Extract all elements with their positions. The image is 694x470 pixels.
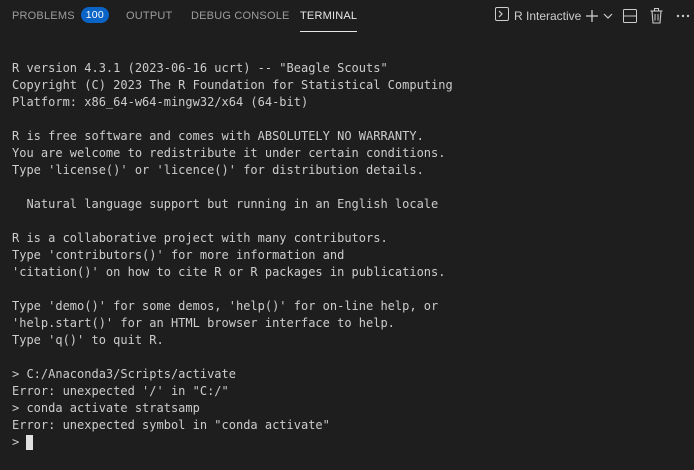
trash-icon	[650, 7, 663, 25]
tab-debug-console-label: DEBUG CONSOLE	[191, 10, 290, 22]
split-terminal-button[interactable]	[623, 7, 637, 25]
chevron-down-icon	[603, 7, 613, 25]
launch-profile-button[interactable]	[603, 7, 613, 25]
panel-tab-bar: PROBLEMS 100 OUTPUT DEBUG CONSOLE TERMINA…	[0, 0, 694, 33]
tab-terminal[interactable]: TERMINAL	[300, 0, 358, 33]
terminal-line: You are welcome to redistribute it under…	[12, 146, 446, 160]
tab-debug-console[interactable]: DEBUG CONSOLE	[191, 0, 290, 33]
terminal-line: R is a collaborative project with many c…	[12, 231, 388, 245]
terminal-profile-selector[interactable]: R Interactive	[495, 6, 582, 26]
problems-count-badge: 100	[80, 7, 109, 24]
plus-icon	[585, 7, 599, 25]
terminal-icon	[495, 6, 509, 26]
terminal-line: Type 'q()' to quit R.	[12, 333, 164, 347]
terminal-prompt-line[interactable]: >	[12, 434, 688, 451]
terminal-profile-label: R Interactive	[514, 9, 582, 23]
terminal-line: Error: unexpected '/' in "C:/"	[12, 384, 229, 398]
new-terminal-button[interactable]	[585, 7, 599, 25]
terminal-line: Copyright (C) 2023 The R Foundation for …	[12, 78, 453, 92]
terminal-line: Type 'contributors()' for more informati…	[12, 248, 345, 262]
terminal-line: Type 'license()' or 'licence()' for dist…	[12, 163, 424, 177]
terminal-output[interactable]: R version 4.3.1 (2023-06-16 ucrt) -- "Be…	[12, 60, 688, 460]
tab-output-label: OUTPUT	[126, 10, 173, 22]
terminal-line: 'help.start()' for an HTML browser inter…	[12, 316, 395, 330]
more-icon	[676, 7, 690, 25]
terminal-line: > C:/Anaconda3/Scripts/activate	[12, 367, 236, 381]
terminal-line: R is free software and comes with ABSOLU…	[12, 129, 424, 143]
split-icon	[623, 7, 637, 25]
terminal-line: Type 'demo()' for some demos, 'help()' f…	[12, 299, 439, 313]
kill-terminal-button[interactable]	[650, 7, 663, 25]
terminal-line: Platform: x86_64-w64-mingw32/x64 (64-bit…	[12, 95, 309, 109]
terminal-line: R version 4.3.1 (2023-06-16 ucrt) -- "Be…	[12, 61, 388, 75]
terminal-line: > conda activate stratsamp	[12, 401, 200, 415]
terminal-prompt: >	[12, 435, 20, 449]
tab-output[interactable]: OUTPUT	[126, 0, 172, 33]
terminal-line: Error: unexpected symbol in "conda activ…	[12, 418, 330, 432]
terminal-line: Natural language support but running in …	[12, 197, 439, 211]
active-tab-indicator	[300, 31, 358, 32]
terminal-line: 'citation()' on how to cite R or R packa…	[12, 265, 446, 279]
terminal-cursor	[26, 435, 34, 450]
tab-problems-label: PROBLEMS	[12, 10, 75, 22]
tab-problems[interactable]: PROBLEMS 100	[12, 0, 109, 33]
tab-terminal-label: TERMINAL	[300, 10, 358, 22]
more-actions-button[interactable]	[676, 7, 690, 25]
